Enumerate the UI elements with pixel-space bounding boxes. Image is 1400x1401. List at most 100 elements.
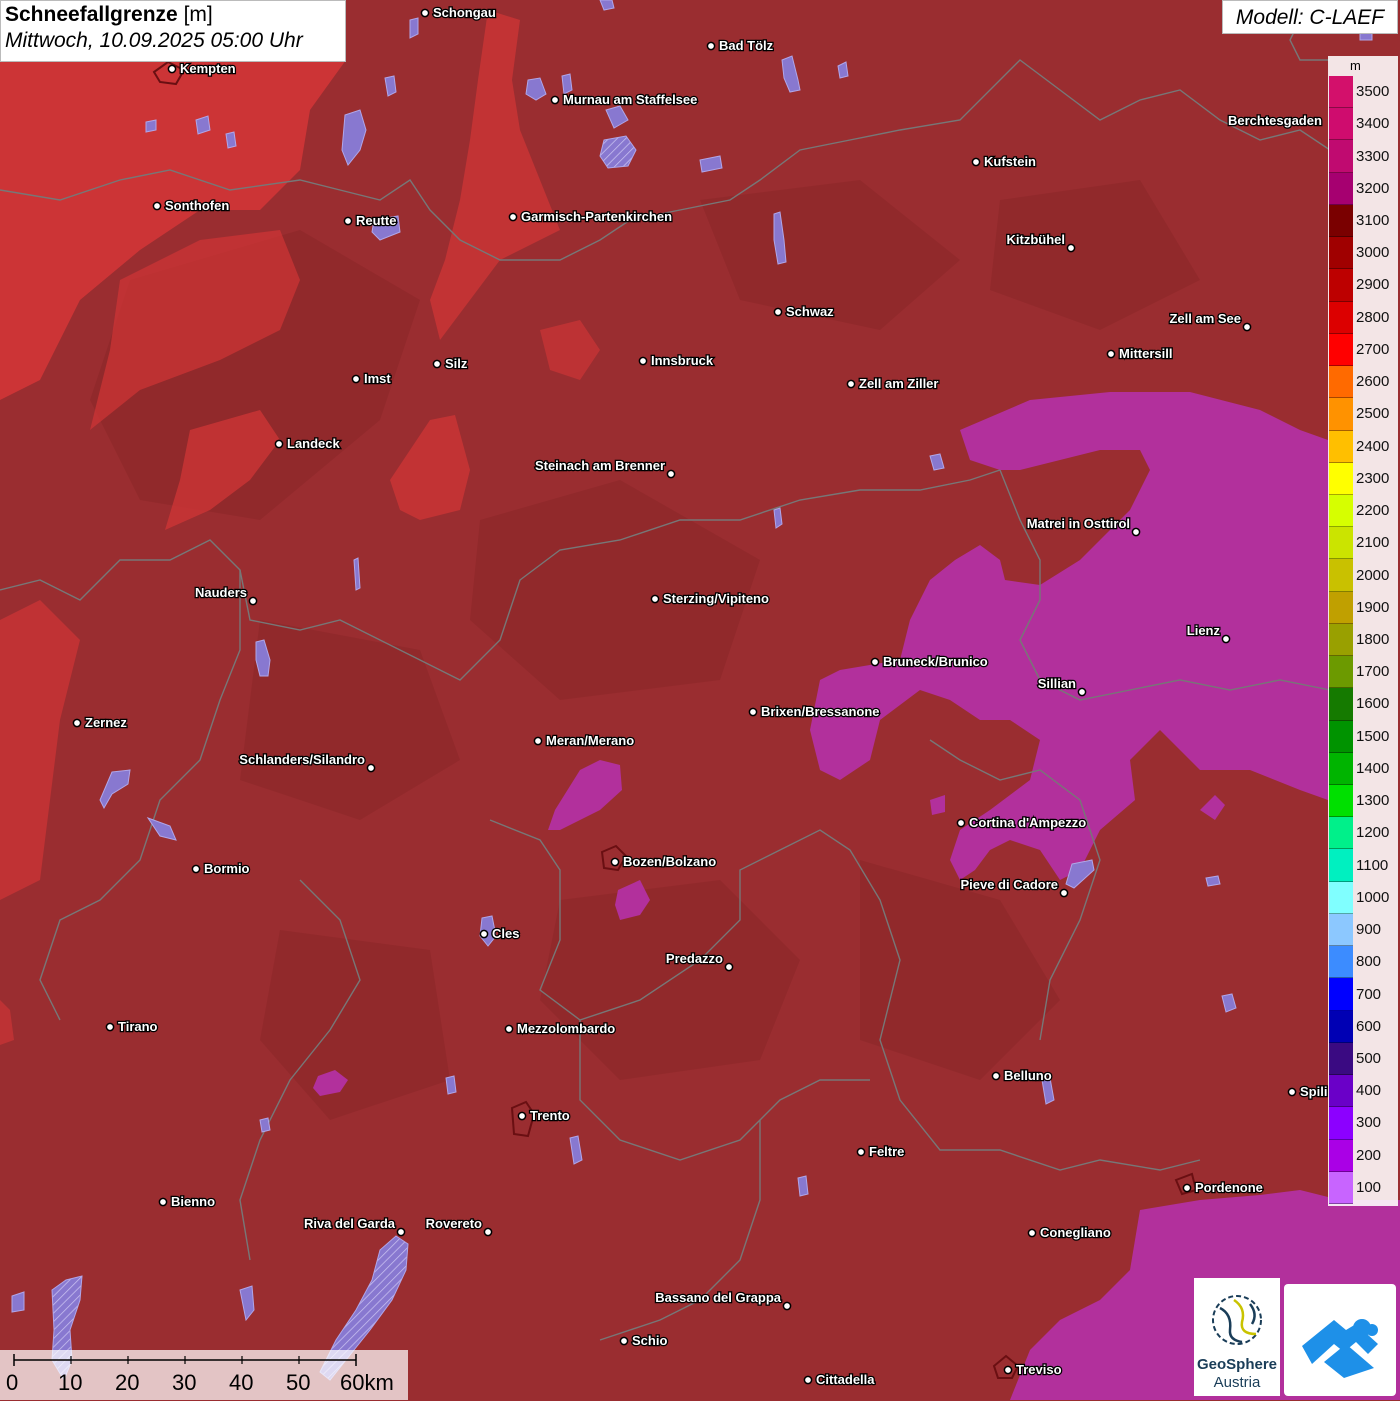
legend-swatch-1500 [1329,720,1353,753]
forecast-datetime: Mittwoch, 10.09.2025 05:00 Uhr [5,29,303,52]
legend-label-3200: 3200 [1356,179,1390,197]
map-title-box: Schneefallgrenze [m] Mittwoch, 10.09.202… [0,0,346,62]
city-label-innsbruck: Innsbruck [651,353,714,368]
legend-label-3000: 3000 [1356,244,1390,262]
city-label-predazzo: Predazzo [666,951,723,966]
legend-label-1800: 1800 [1356,631,1390,648]
app-logo[interactable] [1284,1284,1396,1396]
city-label-kempten: Kempten [180,61,236,76]
legend-label-2500: 2500 [1356,405,1390,423]
city-marker-bassano-del-grappa[interactable] [782,1301,792,1311]
legend-swatch-300 [1329,1107,1353,1140]
city-marker-sillian[interactable] [1077,687,1087,697]
city-marker-rovereto[interactable] [483,1227,493,1237]
city-marker-murnau-am-staffelsee[interactable] [550,95,560,105]
city-marker-reutte[interactable] [343,216,353,226]
city-marker-kempten[interactable] [167,64,177,74]
city-marker-riva-del-garda[interactable] [396,1227,406,1237]
city-marker-sterzing-vipiteno[interactable] [650,594,660,604]
legend-swatch-3300 [1329,140,1353,173]
legend-swatch-400 [1329,1075,1353,1108]
legend-swatch-2100 [1329,527,1353,560]
city-marker-bozen-bolzano[interactable] [610,857,620,867]
city-marker-pieve-di-cadore[interactable] [1059,888,1069,898]
city-marker-predazzo[interactable] [724,962,734,972]
city-marker-kitzb-hel[interactable] [1066,243,1076,253]
legend-swatch-2800 [1329,301,1353,334]
city-marker-belluno[interactable] [991,1071,1001,1081]
city-marker-zernez[interactable] [72,718,82,728]
legend-label-200: 200 [1356,1146,1382,1164]
city-marker-matrei-in-osttirol[interactable] [1131,527,1141,537]
city-marker-cles[interactable] [479,929,489,939]
legend-swatch-1300 [1329,785,1353,818]
legend-swatch-500 [1329,1042,1353,1076]
city-marker-steinach-am-brenner[interactable] [666,469,676,479]
city-label-zell-am-see: Zell am See [1169,311,1241,326]
city-label-landeck: Landeck [287,436,341,451]
mountain-cloud-icon [1302,1319,1378,1378]
city-marker-schwaz[interactable] [773,307,783,317]
city-label-cortina-d-ampezzo: Cortina d'Ampezzo [969,815,1086,830]
variable-name: Schneefallgrenze [5,3,178,26]
city-marker-innsbruck[interactable] [638,356,648,366]
legend-swatch-1100 [1329,849,1353,882]
city-marker-nauders[interactable] [248,596,258,606]
city-marker-zell-am-ziller[interactable] [846,379,856,389]
legend-label-2000: 2000 [1356,566,1390,584]
scale-label-60: 60km [340,1370,394,1395]
city-marker-mittersill[interactable] [1106,349,1116,359]
legend-swatch-3200 [1329,172,1353,205]
city-marker-meran-merano[interactable] [533,736,543,746]
city-marker-conegliano[interactable] [1027,1228,1037,1238]
legend-unit: m [1350,58,1361,73]
city-marker-imst[interactable] [351,374,361,384]
city-marker-bad-t-lz[interactable] [706,41,716,51]
geosphere-logo[interactable]: GeoSphere Austria [1194,1278,1280,1396]
legend-swatch-2900 [1329,269,1353,302]
snowline-map[interactable]: Schongau Bad Tölz Kempten Murnau am Staffel… [0,0,1400,1400]
legend-swatch-3400 [1329,108,1353,141]
city-marker-trento[interactable] [517,1111,527,1121]
city-label-berchtesgaden: Berchtesgaden [1228,113,1322,128]
city-marker-garmisch-partenkirchen[interactable] [508,212,518,222]
legend-label-400: 400 [1356,1082,1382,1100]
city-label-belluno: Belluno [1004,1068,1052,1083]
city-marker-schio[interactable] [619,1336,629,1346]
legend-swatch-2300 [1329,462,1353,495]
scale-label-50: 50 [286,1370,311,1395]
city-marker-bormio[interactable] [191,864,201,874]
scale-label-20: 20 [115,1370,140,1395]
city-label-schwaz: Schwaz [786,304,834,319]
color-legend: m 3500 3400 3300 3200 3100 3000 2900 2800 2700 26… [1328,56,1398,1206]
city-marker-lienz[interactable] [1221,634,1231,644]
city-marker-schlanders-silandro[interactable] [366,763,376,773]
map-title: Schneefallgrenze [m] [5,3,341,27]
city-marker-schongau[interactable] [420,8,430,18]
legend-label-1500: 1500 [1356,727,1390,745]
city-marker-brixen-bressanone[interactable] [748,707,758,717]
city-marker-feltre[interactable] [856,1147,866,1157]
city-marker-spili[interactable] [1287,1087,1297,1097]
city-marker-bienno[interactable] [158,1197,168,1207]
legend-label-1700: 1700 [1356,663,1390,681]
city-marker-silz[interactable] [432,359,442,369]
city-marker-pordenone[interactable] [1182,1183,1192,1193]
legend-label-2200: 2200 [1356,502,1390,520]
legend-swatch-2000 [1329,559,1353,592]
geosphere-logo-text: GeoSphere [1196,1356,1278,1373]
city-label-lienz: Lienz [1187,623,1221,638]
city-marker-tirano[interactable] [105,1022,115,1032]
city-marker-zell-am-see[interactable] [1242,322,1252,332]
city-marker-kufstein[interactable] [971,157,981,167]
city-marker-cittadella[interactable] [803,1375,813,1385]
city-marker-landeck[interactable] [274,439,284,449]
city-marker-bruneck-brunico[interactable] [870,657,880,667]
legend-label-300: 300 [1356,1114,1382,1132]
legend-swatch-2600 [1329,366,1353,399]
city-marker-mezzolombardo[interactable] [504,1024,514,1034]
city-marker-treviso[interactable] [1003,1365,1013,1375]
city-marker-sonthofen[interactable] [152,201,162,211]
scale-bar: 0 10 20 30 40 50 60km [0,1350,408,1400]
city-marker-cortina-d-ampezzo[interactable] [956,818,966,828]
